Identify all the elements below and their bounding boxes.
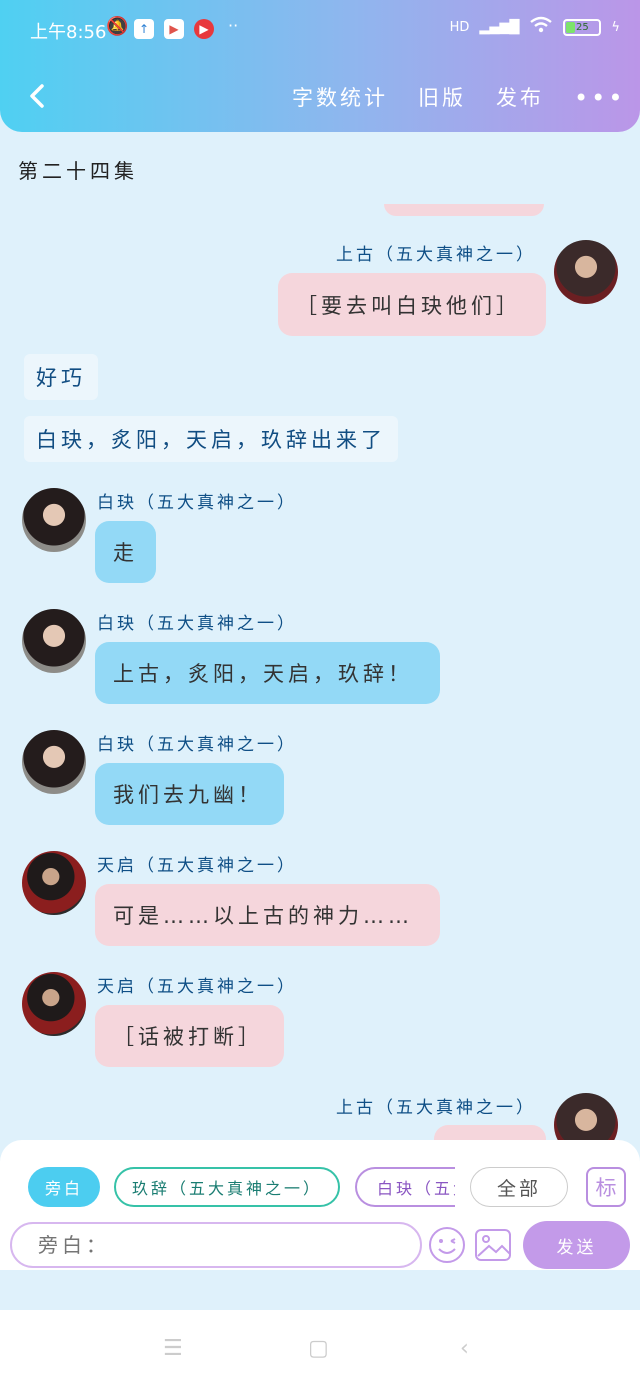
- menu-icon[interactable]: ☰: [163, 1336, 183, 1361]
- back-nav-icon[interactable]: ‹: [460, 1336, 469, 1361]
- message-bubble[interactable]: 我们去九幽！: [95, 763, 284, 825]
- role-chip-jiuci[interactable]: 玖辞（五大真神之一）: [114, 1167, 340, 1207]
- speaker-name: 天启（五大真神之一）: [97, 856, 297, 876]
- speaker-name: 白玦（五大真神之一）: [97, 614, 297, 634]
- role-chip-baijue[interactable]: 白玦（五大真神之一）: [355, 1167, 455, 1207]
- avatar-shanggu[interactable]: [554, 240, 618, 304]
- narration-bubble[interactable]: 白玦，炙阳，天启，玖辞出来了: [24, 416, 398, 462]
- avatar-baijue[interactable]: [22, 488, 86, 552]
- message-bubble[interactable]: ［要去叫白玦他们］: [278, 273, 546, 336]
- system-nav-bar: ☰ ▢ ‹: [0, 1310, 640, 1387]
- message-bubble[interactable]: [434, 1125, 546, 1140]
- signal-icon: ▂▄▆█: [479, 19, 520, 35]
- chat-area[interactable]: 上古（五大真神之一） ［要去叫白玦他们］ 好巧 白玦，炙阳，天启，玖辞出来了 白…: [0, 190, 640, 1140]
- avatar-tianqi[interactable]: [22, 972, 86, 1036]
- status-bar: 上午8:56 🔕 ↑ ▶ ▶ ·· HD ▂▄▆█ 25 ϟ: [30, 14, 620, 44]
- word-count-button[interactable]: 字数统计: [292, 82, 388, 112]
- keyboard-gap: [0, 1270, 640, 1310]
- avatar-shanggu[interactable]: [554, 1093, 618, 1140]
- charging-icon: ϟ: [611, 19, 620, 35]
- emoji-button[interactable]: [428, 1226, 466, 1264]
- speaker-name: 天启（五大真神之一）: [97, 977, 297, 997]
- partial-bubble: [384, 204, 544, 216]
- send-button[interactable]: 发送: [523, 1221, 630, 1269]
- message-bubble[interactable]: 走: [95, 521, 156, 583]
- message-input[interactable]: [10, 1222, 422, 1268]
- battery-icon: 25: [563, 18, 602, 36]
- avatar-baijue[interactable]: [22, 730, 86, 794]
- all-roles-button[interactable]: 全部: [470, 1167, 568, 1207]
- compose-panel: 旁白 玖辞（五大真神之一） 白玦（五大真神之一） 全部 标 发送: [0, 1140, 640, 1270]
- speaker-name: 白玦（五大真神之一）: [97, 735, 297, 755]
- more-menu-button[interactable]: •••: [574, 84, 625, 112]
- speaker-name: 上古（五大真神之一）: [336, 245, 536, 265]
- status-time: 上午8:56: [30, 22, 107, 43]
- narration-bubble[interactable]: 好巧: [24, 354, 98, 400]
- hd-signal-label: HD: [449, 19, 470, 35]
- episode-title: 第二十四集: [18, 159, 138, 183]
- more-notifications-icon: ··: [228, 16, 239, 35]
- message-bubble[interactable]: ［话被打断］: [95, 1005, 284, 1067]
- image-button[interactable]: [474, 1226, 512, 1264]
- wifi-icon: [529, 16, 553, 38]
- message-bubble[interactable]: 可是……以上古的神力……: [95, 884, 440, 946]
- home-icon[interactable]: ▢: [308, 1336, 329, 1361]
- mute-bell-icon: 🔕: [106, 16, 129, 37]
- tag-button[interactable]: 标: [586, 1167, 626, 1207]
- emoji-icon: [429, 1227, 465, 1263]
- old-version-button[interactable]: 旧版: [418, 82, 466, 112]
- chevron-left-icon: [30, 84, 44, 108]
- app-header: 上午8:56 🔕 ↑ ▶ ▶ ·· HD ▂▄▆█ 25 ϟ 字数统计 旧版 发…: [0, 0, 640, 132]
- speaker-name: 白玦（五大真神之一）: [97, 493, 297, 513]
- message-bubble[interactable]: 上古，炙阳，天启，玖辞！: [95, 642, 440, 704]
- back-button[interactable]: [24, 80, 52, 112]
- role-chip-narration[interactable]: 旁白: [28, 1167, 100, 1207]
- video-app-icon: ▶: [194, 19, 214, 39]
- avatar-baijue[interactable]: [22, 609, 86, 673]
- avatar-tianqi[interactable]: [22, 851, 86, 915]
- upload-app-icon: ↑: [134, 19, 154, 39]
- publish-button[interactable]: 发布: [496, 82, 544, 112]
- image-icon: [475, 1229, 511, 1261]
- play-app-icon: ▶: [164, 19, 184, 39]
- speaker-name: 上古（五大真神之一）: [336, 1098, 536, 1118]
